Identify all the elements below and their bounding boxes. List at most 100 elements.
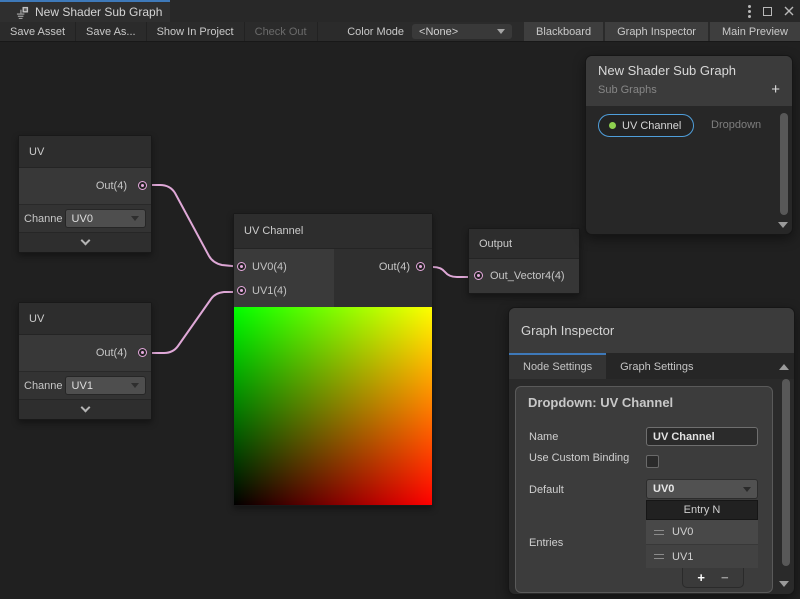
tab-graph-settings[interactable]: Graph Settings: [606, 353, 707, 379]
graph-document-tab[interactable]: New Shader Sub Graph: [0, 0, 170, 22]
channel-value: UV0: [72, 213, 93, 225]
toolbar-spacer: [318, 22, 340, 41]
port-label: Out(4): [379, 261, 410, 273]
collapse-preview-button[interactable]: [19, 399, 151, 419]
input-port-uv1[interactable]: [237, 286, 246, 295]
node-uv-top[interactable]: UV Out(4) Channe UV0: [18, 135, 152, 253]
output-port-row: Out(4): [19, 335, 151, 371]
entries-list-header: Entry N: [646, 500, 758, 520]
tab-node-settings[interactable]: Node Settings: [509, 353, 606, 379]
blackboard-title: New Shader Sub Graph: [598, 63, 780, 78]
dropdown-node-settings-box: Dropdown: UV Channel Name UV Channel Use…: [515, 386, 773, 593]
ports-area: UV0(4) UV1(4) Out(4): [234, 249, 432, 307]
drag-handle-icon[interactable]: [654, 530, 664, 535]
scroll-up-arrow-icon[interactable]: [779, 364, 789, 370]
color-mode-label: Color Mode: [339, 22, 412, 41]
default-field-label: Default: [529, 484, 564, 496]
channel-label: Channe: [24, 380, 63, 392]
check-out-button: Check Out: [245, 22, 318, 41]
channel-label: Channe: [24, 213, 63, 225]
port-label: UV0(4): [252, 261, 287, 273]
input-ports: UV0(4) UV1(4): [234, 249, 334, 307]
remove-entry-button[interactable]: −: [721, 570, 729, 585]
shader-graph-icon: [16, 6, 29, 19]
save-as-button[interactable]: Save As...: [76, 22, 147, 41]
blackboard-scrollbar-thumb[interactable]: [780, 113, 788, 215]
inspector-tab-bar: Node Settings Graph Settings: [509, 353, 794, 379]
chevron-down-icon: [80, 236, 90, 246]
entry-value: UV1: [672, 551, 693, 563]
collapse-preview-button[interactable]: [19, 232, 151, 252]
node-output[interactable]: Output Out_Vector4(4): [468, 228, 580, 294]
channel-dropdown[interactable]: UV1: [65, 376, 146, 395]
default-value: UV0: [653, 483, 674, 495]
scroll-down-arrow-icon[interactable]: [779, 581, 789, 587]
entries-list-footer: + −: [682, 568, 744, 588]
color-mode-dropdown[interactable]: <None>: [412, 24, 512, 39]
input-port[interactable]: [474, 271, 483, 280]
input-port-row: Out_Vector4(4): [469, 259, 579, 293]
default-dropdown[interactable]: UV0: [646, 479, 758, 499]
add-property-button[interactable]: +: [771, 84, 780, 96]
use-custom-binding-checkbox[interactable]: [646, 455, 659, 468]
entry-row-uv0[interactable]: UV0: [646, 520, 758, 544]
entry-value: UV0: [672, 526, 693, 538]
chevron-down-icon: [131, 383, 139, 388]
menu-kebab-icon[interactable]: [748, 10, 751, 13]
exposed-dot-icon: [609, 122, 616, 129]
unity-shader-graph-window: New Shader Sub Graph Save Asset Save As.…: [0, 0, 800, 599]
scroll-down-arrow-icon[interactable]: [778, 222, 788, 228]
output-port[interactable]: [416, 262, 425, 271]
add-entry-button[interactable]: +: [697, 570, 705, 585]
save-asset-button[interactable]: Save Asset: [0, 22, 76, 41]
close-icon[interactable]: [784, 6, 794, 16]
channel-control-row: Channe UV1: [19, 371, 151, 399]
title-bar: New Shader Sub Graph: [0, 0, 800, 22]
use-custom-binding-label: Use Custom Binding: [529, 451, 634, 466]
tab-title: New Shader Sub Graph: [35, 5, 162, 19]
property-pill-uv-channel[interactable]: UV Channel: [598, 114, 694, 137]
channel-value: UV1: [72, 380, 93, 392]
output-port-row: Out(4): [19, 168, 151, 204]
node-title: Output: [469, 229, 579, 259]
graph-inspector-toggle-button[interactable]: Graph Inspector: [605, 22, 708, 41]
chevron-down-icon: [80, 403, 90, 413]
entry-row-uv1[interactable]: UV1: [646, 544, 758, 568]
drag-handle-icon[interactable]: [654, 554, 664, 559]
name-input[interactable]: UV Channel: [646, 427, 758, 446]
blackboard-subrow: Sub Graphs +: [598, 84, 780, 96]
channel-control-row: Channe UV0: [19, 204, 151, 232]
channel-dropdown[interactable]: UV0: [65, 209, 146, 228]
inspector-body: Dropdown: UV Channel Name UV Channel Use…: [509, 379, 794, 594]
port-label: UV1(4): [252, 285, 287, 297]
node-uv-bottom[interactable]: UV Out(4) Channe UV1: [18, 302, 152, 420]
blackboard-subtitle: Sub Graphs: [598, 84, 657, 96]
input-port-uv0[interactable]: [237, 262, 246, 271]
output-port[interactable]: [138, 348, 147, 357]
maximize-icon[interactable]: [763, 7, 772, 16]
port-label: Out_Vector4(4): [490, 270, 565, 282]
settings-box-title: Dropdown: UV Channel: [516, 387, 772, 410]
entries-field-label: Entries: [529, 537, 563, 549]
inspector-title: Graph Inspector: [509, 308, 794, 353]
port-label: Out(4): [96, 347, 127, 359]
edge-uvbottom-to-uv1[interactable]: [142, 292, 242, 353]
graph-inspector-panel[interactable]: Graph Inspector Node Settings Graph Sett…: [508, 307, 795, 595]
blackboard-panel[interactable]: New Shader Sub Graph Sub Graphs + UV Cha…: [585, 55, 793, 235]
output-port[interactable]: [138, 181, 147, 190]
show-in-project-button[interactable]: Show In Project: [147, 22, 245, 41]
blackboard-header: New Shader Sub Graph Sub Graphs +: [586, 56, 792, 106]
window-controls: [748, 0, 794, 22]
node-title: UV: [19, 303, 151, 335]
output-ports: Out(4): [334, 249, 432, 307]
node-uv-channel[interactable]: UV Channel UV0(4) UV1(4) Out(4): [233, 213, 433, 506]
edge-uvtop-to-uv0[interactable]: [142, 185, 242, 267]
port-label: Out(4): [96, 180, 127, 192]
uv-gradient-preview: [234, 307, 432, 505]
property-type-label: Dropdown: [711, 119, 761, 131]
main-preview-toggle-button[interactable]: Main Preview: [710, 22, 800, 41]
blackboard-toggle-button[interactable]: Blackboard: [524, 22, 603, 41]
chevron-down-icon: [497, 29, 505, 34]
inspector-scrollbar-thumb[interactable]: [782, 379, 790, 566]
color-mode-value: <None>: [419, 26, 458, 38]
